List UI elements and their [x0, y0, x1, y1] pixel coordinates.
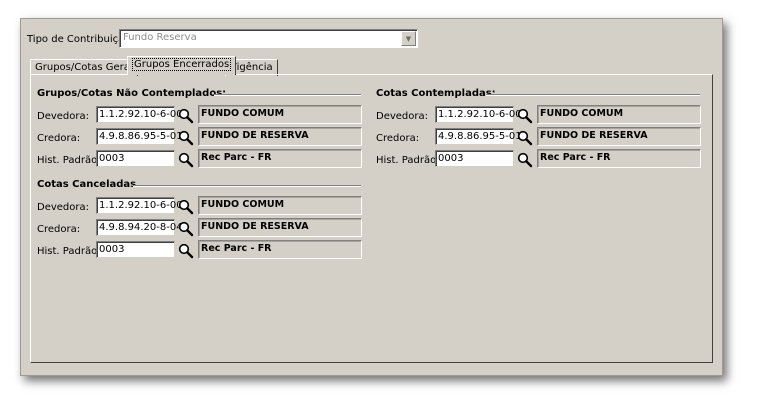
- hist-padrao-input[interactable]: 0003: [435, 150, 514, 167]
- devedora-description: FUNDO COMUM: [198, 196, 362, 215]
- section-divider: [486, 94, 700, 96]
- credora-account-input[interactable]: 4.9.8.86.95-5-01: [435, 128, 522, 145]
- hist-padrao-label: Hist. Padrão:: [37, 155, 101, 166]
- tab-label: Grupos/Cotas Geral: [35, 62, 133, 73]
- hist-padrao-description: Rec Parc - FR: [198, 149, 362, 168]
- section-divider: [133, 185, 361, 187]
- magnifier-icon[interactable]: [517, 152, 533, 168]
- magnifier-icon[interactable]: [517, 130, 533, 146]
- section-title-canceladas: Cotas Canceladas: [37, 179, 137, 190]
- hist-padrao-input[interactable]: 0003: [96, 241, 175, 258]
- devedora-account-input[interactable]: 1.1.2.92.10-6-00: [435, 106, 522, 123]
- tipo-contribuicao-value: Fundo Reserva: [123, 32, 197, 43]
- section-divider: [214, 94, 361, 96]
- tipo-contribuicao-select[interactable]: Fundo Reserva ▼: [119, 29, 418, 48]
- devedora-account-input[interactable]: 1.1.2.92.10-6-00: [96, 106, 183, 123]
- credora-label: Credora:: [376, 133, 420, 144]
- tab-grupos-encerrados[interactable]: Grupos Encerrados: [127, 56, 237, 75]
- devedora-label: Devedora:: [376, 111, 428, 122]
- tab-label: Grupos Encerrados: [132, 58, 232, 71]
- chevron-down-icon[interactable]: ▼: [401, 31, 416, 46]
- credora-account-input[interactable]: 4.9.8.94.20-8-04: [96, 219, 183, 236]
- section-title-contempladas: Cotas Contempladas:: [376, 88, 496, 99]
- devedora-description: FUNDO COMUM: [198, 105, 362, 124]
- magnifier-icon[interactable]: [517, 108, 533, 124]
- hist-padrao-label: Hist. Padrão:: [376, 155, 440, 166]
- credora-description: FUNDO DE RESERVA: [198, 218, 362, 237]
- magnifier-icon[interactable]: [178, 243, 194, 259]
- devedora-description: FUNDO COMUM: [537, 105, 701, 124]
- hist-padrao-description: Rec Parc - FR: [198, 240, 362, 259]
- hist-padrao-label: Hist. Padrão:: [37, 246, 101, 257]
- credora-label: Credora:: [37, 224, 81, 235]
- devedora-account-input[interactable]: 1.1.2.92.10-6-00: [96, 197, 183, 214]
- devedora-label: Devedora:: [37, 202, 89, 213]
- magnifier-icon[interactable]: [178, 221, 194, 237]
- hist-padrao-input[interactable]: 0003: [96, 150, 175, 167]
- section-title-nao-contemplados: Grupos/Cotas Não Contemplados:: [37, 88, 227, 99]
- credora-description: FUNDO DE RESERVA: [537, 127, 701, 146]
- devedora-label: Devedora:: [37, 111, 89, 122]
- magnifier-icon[interactable]: [178, 199, 194, 215]
- tab-label: Vigência: [230, 62, 273, 73]
- dialog-window: Tipo de Contribuição: Fundo Reserva ▼ Gr…: [20, 18, 723, 376]
- tipo-contribuicao-label: Tipo de Contribuição:: [27, 34, 134, 45]
- magnifier-icon[interactable]: [178, 152, 194, 168]
- credora-description: FUNDO DE RESERVA: [198, 127, 362, 146]
- magnifier-icon[interactable]: [178, 130, 194, 146]
- hist-padrao-description: Rec Parc - FR: [537, 149, 701, 168]
- credora-label: Credora:: [37, 133, 81, 144]
- credora-account-input[interactable]: 4.9.8.86.95-5-01: [96, 128, 183, 145]
- magnifier-icon[interactable]: [178, 108, 194, 124]
